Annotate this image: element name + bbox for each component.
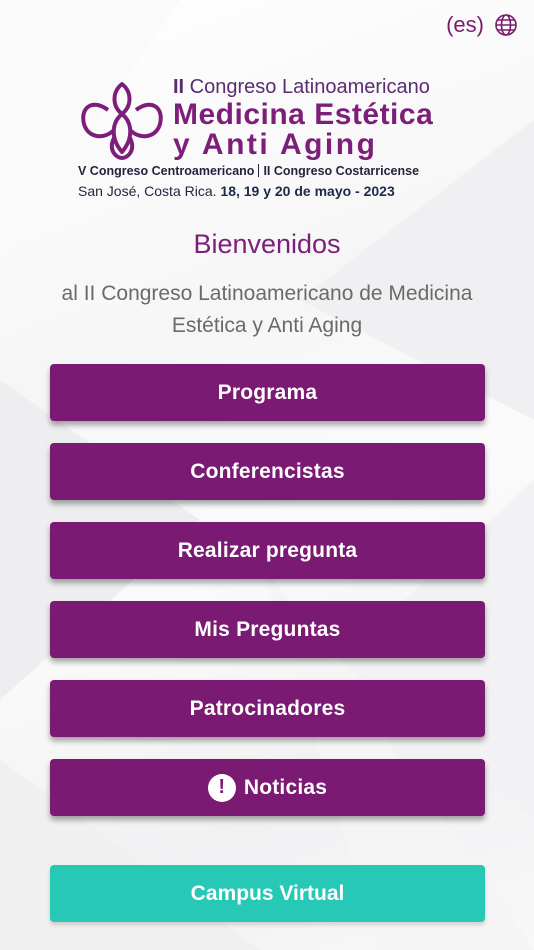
logo-line-3: y Anti Aging — [173, 128, 378, 161]
programa-button[interactable]: Programa — [50, 364, 485, 421]
orchid-logo-icon — [81, 82, 163, 160]
alert-circle-icon: ! — [207, 773, 236, 802]
welcome-subtitle: al II Congreso Latinoamericano de Medici… — [61, 282, 473, 337]
patrocinadores-button[interactable]: Patrocinadores — [50, 680, 485, 737]
conferencistas-button[interactable]: Conferencistas — [50, 443, 485, 500]
main-menu: Programa Conferencistas Realizar pregunt… — [50, 364, 485, 838]
mis-preguntas-label: Mis Preguntas — [194, 617, 341, 641]
noticias-label: Noticias — [243, 775, 328, 799]
language-code[interactable]: (es) — [446, 12, 484, 38]
language-selector[interactable]: (es) — [446, 12, 518, 38]
congress-logo: II Congreso Latinoamericano Medicina Est… — [78, 76, 463, 204]
programa-label: Programa — [217, 380, 318, 404]
realizar-pregunta-button[interactable]: Realizar pregunta — [50, 522, 485, 579]
conferencistas-label: Conferencistas — [190, 459, 345, 483]
welcome-title: Bienvenidos — [193, 229, 341, 259]
mis-preguntas-button[interactable]: Mis Preguntas — [50, 601, 485, 658]
logo-line-1: II Congreso Latinoamericano — [173, 76, 430, 98]
patrocinadores-label: Patrocinadores — [189, 696, 346, 720]
noticias-button[interactable]: ! Noticias — [50, 759, 485, 816]
logo-line-2: Medicina Estética — [173, 98, 434, 131]
logo-line-5: San José, Costa Rica. 18, 19 y 20 de may… — [78, 183, 395, 199]
campus-virtual-button[interactable]: Campus Virtual — [50, 865, 485, 922]
logo-line-4: V Congreso Centroamericano II Congreso Co… — [78, 164, 420, 178]
realizar-pregunta-label: Realizar pregunta — [177, 538, 358, 562]
campus-virtual-label: Campus Virtual — [190, 881, 345, 905]
globe-icon[interactable] — [494, 13, 518, 37]
